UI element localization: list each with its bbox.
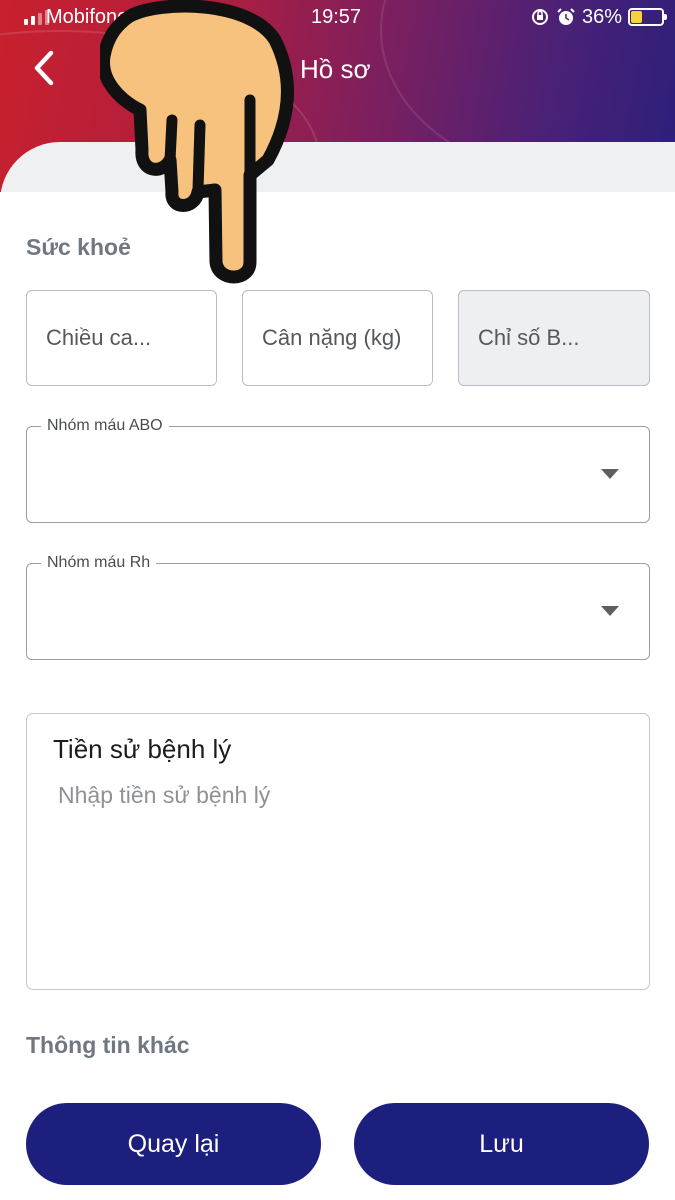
bmi-input: Chỉ số B...: [458, 290, 650, 386]
alarm-icon: [557, 8, 575, 25]
caret-down-icon: [601, 469, 619, 479]
save-button[interactable]: Lưu: [354, 1103, 649, 1185]
section-title-other: Thông tin khác: [26, 1032, 190, 1058]
chevron-left-icon: [34, 50, 54, 86]
caret-down-icon: [601, 606, 619, 616]
status-time: 19:57: [311, 6, 362, 28]
medical-history-label: Tiền sử bệnh lý: [53, 734, 232, 764]
blood-abo-label: Nhóm máu ABO: [41, 417, 169, 435]
section-title-health: Sức khoẻ: [26, 234, 131, 260]
height-input[interactable]: Chiều ca...: [26, 290, 217, 386]
blood-abo-select[interactable]: Nhóm máu ABO: [26, 417, 650, 523]
blood-rh-select[interactable]: Nhóm máu Rh: [26, 554, 650, 660]
medical-history-textarea[interactable]: Tiền sử bệnh lý Nhập tiền sử bệnh lý: [26, 713, 650, 990]
page-title: Hồ sơ: [300, 54, 371, 84]
medical-history-placeholder: Nhập tiền sử bệnh lý: [58, 782, 271, 808]
blood-rh-label: Nhóm máu Rh: [41, 554, 157, 572]
weight-input[interactable]: Cân nặng (kg): [242, 290, 433, 386]
back-button[interactable]: [24, 46, 64, 90]
battery-icon: [628, 8, 667, 26]
orientation-lock-icon: [532, 9, 548, 25]
battery-fill: [631, 11, 642, 23]
battery-percent: 36%: [582, 6, 623, 28]
back-action-button[interactable]: Quay lại: [26, 1103, 321, 1185]
